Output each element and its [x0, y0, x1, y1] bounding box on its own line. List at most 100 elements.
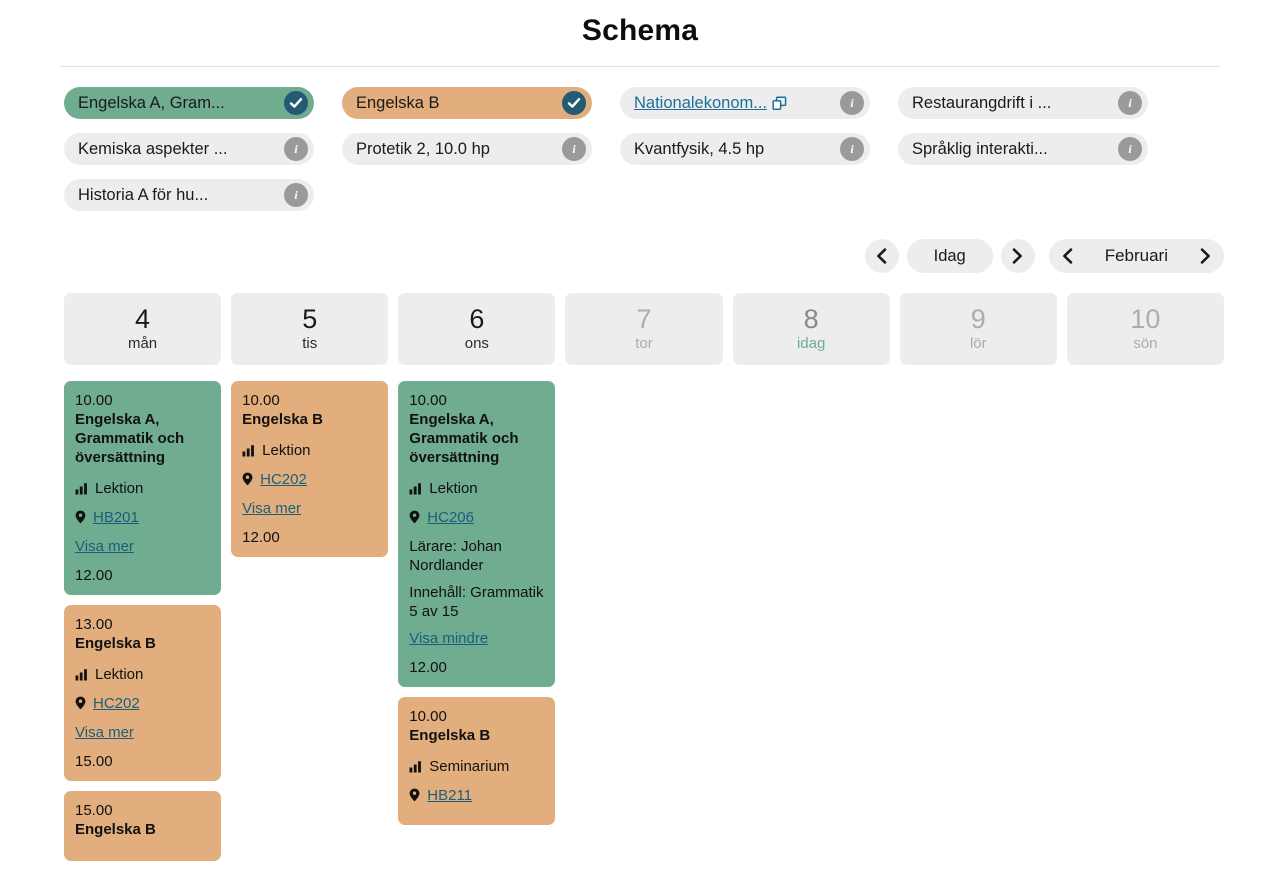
day-weekday-label: tor	[635, 335, 653, 352]
svg-text:i: i	[850, 96, 854, 110]
event-end-time: 12.00	[409, 659, 447, 676]
svg-text:i: i	[294, 142, 298, 156]
course-info-badge[interactable]: i	[562, 137, 586, 161]
course-info-badge[interactable]: i	[284, 137, 308, 161]
event-type-row: Seminarium	[409, 757, 545, 778]
today-button[interactable]: Idag	[906, 239, 993, 273]
activity-type-icon-wrap	[75, 667, 88, 686]
event-type-label: Lektion	[95, 480, 144, 497]
schedule-event-card[interactable]: 10.00 Engelska A, Grammatik och översättn…	[64, 381, 222, 595]
location-pin-icon	[242, 472, 253, 486]
schedule-event-card[interactable]: 15.00 Engelska B	[64, 791, 222, 861]
activity-type-icon	[242, 445, 255, 457]
current-month-label: Februari	[1104, 246, 1168, 265]
course-chip-label: Protetik 2, 10.0 hp	[356, 140, 490, 158]
day-number: 5	[302, 304, 318, 334]
location-pin-icon	[409, 510, 420, 524]
course-chip[interactable]: Restaurangdrift i ... i	[898, 87, 1148, 119]
event-location-link[interactable]: HB211	[427, 786, 472, 805]
event-detail-text: Innehåll: Grammatik 5 av 15	[409, 584, 544, 620]
event-title: Engelska A, Grammatik och översättning	[409, 411, 519, 466]
course-selected-check-badge[interactable]	[562, 91, 586, 115]
info-icon: i	[294, 188, 298, 202]
day-weekday-label: ons	[464, 335, 489, 352]
schedule-event-card[interactable]: 10.00 Engelska B Seminarium HB211	[398, 697, 556, 825]
activity-type-icon-wrap	[242, 443, 255, 462]
event-end-time: 12.00	[242, 529, 280, 546]
location-pin-icon-wrap	[409, 510, 420, 529]
day-header-sön[interactable]: 10 sön	[1066, 293, 1224, 365]
event-start-time: 15.00	[75, 802, 113, 819]
course-info-badge[interactable]: i	[1118, 91, 1142, 115]
event-title: Engelska A, Grammatik och översättning	[75, 411, 185, 466]
event-detail-text: Lärare: Johan Nordlander	[409, 538, 502, 574]
event-show-more-toggle[interactable]: Visa mindre	[409, 629, 488, 648]
svg-text:i: i	[572, 142, 576, 156]
event-location-link[interactable]: HC206	[427, 508, 474, 527]
event-location-row: HB211	[409, 786, 545, 807]
activity-type-icon	[75, 483, 87, 495]
next-day-button[interactable]	[1000, 239, 1035, 273]
activity-type-icon	[75, 669, 87, 681]
previous-day-button[interactable]	[864, 239, 899, 273]
event-show-more-toggle[interactable]: Visa mer	[75, 537, 134, 556]
day-number: 7	[636, 304, 652, 334]
course-info-badge[interactable]: i	[284, 183, 308, 207]
course-chip[interactable]: Engelska B	[342, 87, 592, 119]
event-location-row: HC206	[409, 508, 545, 529]
day-column: 10.00 Engelska B Lektion HC202 Visa mer 12.00	[231, 381, 389, 557]
day-header-tis[interactable]: 5 tis	[231, 293, 389, 365]
info-icon: i	[850, 96, 854, 110]
schedule-event-card[interactable]: 10.00 Engelska B Lektion HC202 Visa mer 12.00	[231, 381, 389, 557]
day-header-idag[interactable]: 8 idag	[732, 293, 890, 365]
day-header-mån[interactable]: 4 mån	[64, 293, 222, 365]
schedule-event-card[interactable]: 10.00 Engelska A, Grammatik och översättn…	[398, 381, 556, 687]
check-icon	[289, 98, 303, 108]
day-number: 10	[1130, 304, 1161, 334]
check-icon	[567, 98, 581, 108]
previous-month-button[interactable]	[1053, 239, 1083, 273]
svg-text:i: i	[1128, 96, 1132, 110]
course-chip[interactable]: Historia A för hu... i	[64, 179, 314, 211]
schedule-event-card[interactable]: 13.00 Engelska B Lektion HC202 Visa mer 15.00	[64, 605, 222, 781]
event-type-label: Seminarium	[429, 758, 510, 775]
course-chip[interactable]: Kemiska aspekter ... i	[64, 133, 314, 165]
external-window-icon-wrap[interactable]	[772, 95, 787, 111]
course-chip[interactable]: Engelska A, Gram...	[64, 87, 314, 119]
schedule-page: Schema Engelska A, Gram... Engelska B Nati…	[0, 0, 1280, 894]
activity-type-icon-wrap	[409, 759, 422, 778]
event-start-time: 10.00	[409, 392, 447, 409]
event-show-more-toggle[interactable]: Visa mer	[75, 723, 134, 742]
location-pin-icon	[75, 510, 86, 524]
course-chip[interactable]: Nationalekonom... i	[620, 87, 870, 119]
next-month-button[interactable]	[1190, 239, 1220, 273]
course-selected-check-badge[interactable]	[284, 91, 308, 115]
location-pin-icon-wrap	[242, 472, 253, 491]
course-info-badge[interactable]: i	[840, 91, 864, 115]
day-header-ons[interactable]: 6 ons	[398, 293, 556, 365]
event-show-more-toggle[interactable]: Visa mer	[242, 499, 301, 518]
event-type-row: Lektion	[242, 441, 378, 462]
course-info-badge[interactable]: i	[1118, 137, 1142, 161]
event-location-link[interactable]: HC202	[93, 694, 140, 713]
course-info-badge[interactable]: i	[840, 137, 864, 161]
info-icon: i	[294, 142, 298, 156]
day-weekday-label: sön	[1133, 335, 1158, 352]
course-chip[interactable]: Protetik 2, 10.0 hp i	[342, 133, 592, 165]
svg-text:i: i	[1128, 142, 1132, 156]
day-column: 10.00 Engelska A, Grammatik och översättn…	[398, 381, 556, 825]
event-location-link[interactable]: HC202	[260, 470, 307, 489]
day-weekday-label: lör	[969, 335, 987, 352]
event-start-time: 10.00	[409, 708, 447, 725]
course-chip[interactable]: Kvantfysik, 4.5 hp i	[620, 133, 870, 165]
course-chip-link[interactable]: Nationalekonom...	[634, 87, 767, 119]
event-type-row: Lektion	[75, 479, 211, 500]
info-icon: i	[572, 142, 576, 156]
info-icon: i	[1128, 96, 1132, 110]
day-header-tor[interactable]: 7 tor	[565, 293, 723, 365]
event-location-link[interactable]: HB201	[93, 508, 139, 527]
day-header-lör[interactable]: 9 lör	[899, 293, 1057, 365]
activity-type-icon	[409, 761, 422, 773]
location-pin-icon-wrap	[75, 510, 86, 529]
course-chip[interactable]: Språklig interakti... i	[898, 133, 1148, 165]
